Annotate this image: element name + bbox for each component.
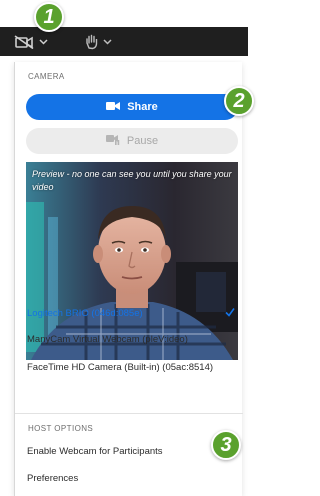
camera-device-label: FaceTime HD Camera (Built-in) (05ac:8514… [27, 361, 214, 373]
pause-camera-icon [105, 134, 120, 148]
camera-dropdown-button[interactable] [14, 33, 48, 51]
enable-webcam-for-participants-item[interactable]: Enable Webcam for Participants [15, 440, 243, 462]
pause-button-label: Pause [126, 135, 159, 147]
callout-badge-1: 1 [34, 2, 64, 32]
raise-hand-dropdown-button[interactable] [84, 33, 112, 51]
callout-badge-3: 3 [211, 430, 241, 460]
pause-button[interactable]: Pause [26, 128, 238, 154]
preview-notice-text: Preview - no one can see you until you s… [32, 169, 232, 192]
checkmark-icon [225, 307, 235, 320]
chevron-down-icon [39, 39, 48, 45]
share-button-label: Share [127, 101, 158, 113]
video-camera-icon [106, 101, 121, 114]
raise-hand-icon [84, 34, 100, 50]
section-divider [15, 413, 243, 414]
chevron-down-icon [103, 39, 112, 45]
host-options-section-label: HOST OPTIONS [28, 424, 94, 433]
camera-device-item[interactable]: Logitech BRIO (046d:085e) [15, 302, 243, 324]
preferences-item[interactable]: Preferences [15, 467, 243, 489]
share-button[interactable]: Share [26, 94, 238, 120]
camera-off-icon [14, 35, 36, 49]
camera-device-item[interactable]: FaceTime HD Camera (Built-in) (05ac:8514… [15, 356, 243, 378]
camera-device-label: ManyCam Virtual Webcam (pleV:ideo) [27, 333, 188, 345]
camera-section-label: CAMERA [28, 72, 65, 81]
camera-dropdown-panel: CAMERA Share Pause Preview - no one can … [14, 62, 243, 496]
camera-device-label: Logitech BRIO (046d:085e) [27, 307, 143, 319]
callout-badge-2: 2 [224, 86, 254, 116]
camera-device-item[interactable]: ManyCam Virtual Webcam (pleV:ideo) [15, 328, 243, 350]
